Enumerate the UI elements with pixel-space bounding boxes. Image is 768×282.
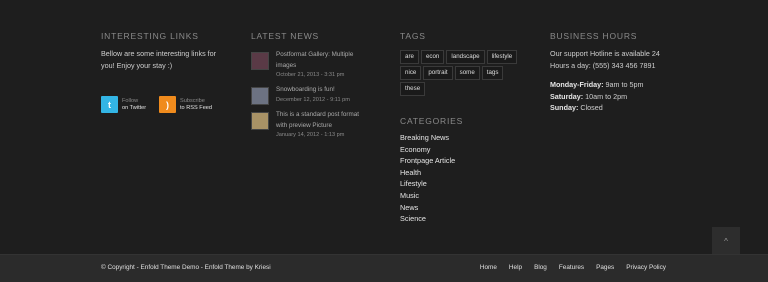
rss-icon: )	[159, 96, 176, 113]
news-date: January 14, 2012 - 1:13 pm	[276, 132, 345, 138]
tag-link[interactable]: econ	[420, 50, 445, 64]
tag-link[interactable]: these	[400, 82, 426, 96]
news-thumbnail[interactable]	[251, 87, 269, 105]
tags-categories-widget: TAGS are econ landscape lifestyle nice p…	[400, 30, 530, 225]
links-intro-text: Bellow are some interesting links for yo…	[101, 49, 217, 70]
news-title-link[interactable]: This is a standard post format with prev…	[276, 110, 371, 131]
hours-time: 10am to 2pm	[583, 91, 628, 101]
widget-title: LATEST NEWS	[251, 31, 319, 41]
latest-news-widget: LATEST NEWS Postformat Gallery: Multiple…	[251, 30, 371, 145]
footer-nav-help[interactable]: Help	[509, 264, 522, 271]
hours-row: Saturday: 10am to 2pm	[550, 91, 680, 103]
hours-list: Monday-Friday: 9am to 5pm Saturday: 10am…	[550, 79, 680, 114]
hours-day: Sunday:	[550, 103, 579, 112]
hotline-text: Our support Hotline is available 24 Hour…	[550, 49, 660, 70]
category-link[interactable]: News	[400, 202, 530, 214]
twitter-icon: t	[101, 96, 118, 113]
category-list: Breaking News Economy Frontpage Article …	[400, 132, 530, 225]
rss-label-bottom: to RSS Feed	[180, 104, 213, 111]
tag-link[interactable]: nice	[400, 66, 422, 80]
footer-nav-features[interactable]: Features	[559, 264, 584, 271]
footer-nav-home[interactable]: Home	[480, 264, 497, 271]
hours-day: Saturday:	[550, 91, 584, 101]
news-item[interactable]: This is a standard post format with prev…	[251, 110, 371, 140]
category-link[interactable]: Economy	[400, 144, 530, 156]
widget-title: INTERESTING LINKS	[101, 31, 199, 41]
category-link[interactable]: Breaking News	[400, 132, 530, 144]
footer-nav-blog[interactable]: Blog	[534, 264, 547, 271]
footer-nav: Home Help Blog Features Pages Privacy Po…	[468, 264, 666, 271]
business-hours-widget: BUSINESS HOURS Our support Hotline is av…	[550, 30, 680, 114]
tag-link[interactable]: some	[454, 66, 480, 80]
news-thumbnail[interactable]	[251, 112, 269, 130]
footer-nav-pages[interactable]: Pages	[596, 264, 614, 271]
widget-title: CATEGORIES	[400, 116, 464, 126]
tag-link[interactable]: lifestyle	[486, 50, 518, 64]
hours-time: Closed	[578, 103, 603, 112]
twitter-label-bottom: on Twitter	[122, 104, 147, 111]
twitter-follow-link[interactable]: t Follow on Twitter	[101, 96, 146, 113]
footer-socket: © Copyright - Enfold Theme Demo - Enfold…	[0, 254, 768, 282]
news-title-link[interactable]: Snowboarding is fun!	[276, 85, 350, 96]
news-list: Postformat Gallery: Multiple images Octo…	[251, 50, 371, 140]
hours-row: Monday-Friday: 9am to 5pm	[550, 79, 680, 91]
category-link[interactable]: Music	[400, 190, 530, 202]
scroll-to-top-button[interactable]: ^	[712, 227, 740, 255]
tag-link[interactable]: are	[400, 50, 419, 64]
news-date: December 12, 2012 - 9:11 pm	[276, 96, 350, 103]
interesting-links-widget: INTERESTING LINKS Bellow are some intere…	[101, 30, 231, 72]
tag-link[interactable]: tags	[481, 66, 504, 80]
chevron-up-icon: ^	[724, 236, 728, 246]
category-link[interactable]: Lifestyle	[400, 178, 530, 190]
tag-link[interactable]: portrait	[423, 66, 453, 80]
news-date: October 21, 2013 - 3:31 pm	[276, 72, 345, 78]
tag-link[interactable]: landscape	[446, 50, 485, 64]
rss-subscribe-link[interactable]: ) Subscribe to RSS Feed	[159, 96, 212, 113]
category-link[interactable]: Science	[400, 213, 530, 225]
footer-nav-privacy-policy[interactable]: Privacy Policy	[626, 264, 666, 271]
widget-title: BUSINESS HOURS	[550, 31, 638, 41]
news-item[interactable]: Postformat Gallery: Multiple images Octo…	[251, 50, 371, 80]
widget-title: TAGS	[400, 31, 426, 41]
hours-day: Monday-Friday:	[550, 80, 604, 89]
footer: INTERESTING LINKS Bellow are some intere…	[0, 0, 768, 255]
category-link[interactable]: Frontpage Article	[400, 155, 530, 167]
hours-time: 9am to 5pm	[603, 80, 644, 89]
news-item[interactable]: Snowboarding is fun! December 12, 2012 -…	[251, 85, 371, 105]
category-link[interactable]: Health	[400, 167, 530, 179]
news-title-link[interactable]: Postformat Gallery: Multiple images	[276, 50, 371, 71]
copyright-text: © Copyright - Enfold Theme Demo - Enfold…	[101, 264, 271, 271]
hours-row: Sunday: Closed	[550, 102, 680, 114]
tag-cloud: are econ landscape lifestyle nice portra…	[400, 50, 520, 98]
news-thumbnail[interactable]	[251, 52, 269, 70]
